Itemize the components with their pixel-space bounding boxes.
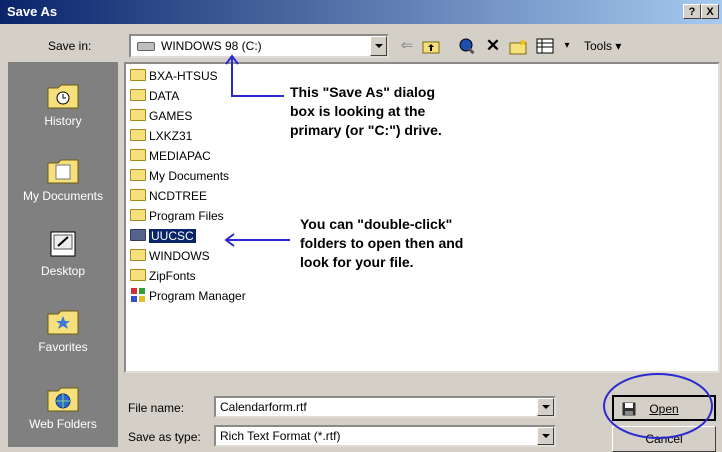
annotation-line: box is looking at the [290, 103, 426, 119]
file-name-label: File name: [128, 401, 185, 415]
annotation-line: look for your file. [300, 254, 414, 270]
file-name-value: Calendarform.rtf [220, 400, 307, 414]
annotation-line: This "Save As" dialog [290, 84, 436, 100]
drive-annotation: This "Save As" dialog box is looking at … [290, 83, 442, 140]
file-name-field[interactable]: Calendarform.rtf [214, 396, 556, 418]
save-as-type-dropdown-arrow[interactable] [537, 427, 554, 445]
save-as-type-label: Save as type: [128, 430, 201, 444]
annotation-line: You can "double-click" [300, 216, 453, 232]
open-button-highlight-circle [603, 373, 713, 439]
save-as-type-dropdown[interactable]: Rich Text Format (*.rtf) [214, 425, 556, 447]
folder-annotation: You can "double-click" folders to open t… [300, 215, 463, 272]
annotation-line: primary (or "C:") drive. [290, 122, 442, 138]
annotation-line: folders to open then and [300, 235, 464, 251]
file-name-dropdown-arrow[interactable] [537, 398, 554, 416]
save-as-type-value: Rich Text Format (*.rtf) [220, 429, 341, 443]
